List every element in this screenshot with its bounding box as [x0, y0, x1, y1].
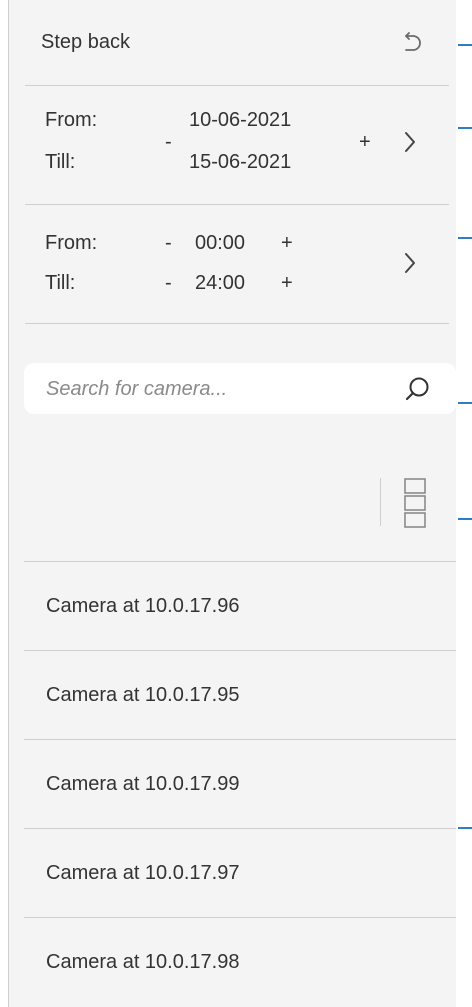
date-increment-button[interactable]: +	[359, 130, 371, 154]
undo-icon[interactable]	[401, 30, 423, 56]
time-till-label: Till:	[45, 272, 76, 294]
camera-list-item[interactable]: Camera at 10.0.17.96	[24, 562, 456, 651]
camera-label: Camera at 10.0.17.99	[46, 773, 240, 795]
date-from-value[interactable]: 10-06-2021	[189, 108, 291, 132]
date-decrement-button[interactable]: -	[165, 130, 172, 154]
date-till-value[interactable]: 15-06-2021	[189, 150, 291, 174]
time-from-decrement-button[interactable]: -	[165, 231, 172, 255]
toolbar-divider	[380, 478, 381, 526]
time-till-decrement-button[interactable]: -	[165, 271, 172, 295]
time-from-value[interactable]: 00:00	[195, 231, 245, 255]
camera-list-item[interactable]: Camera at 10.0.17.97	[24, 829, 456, 918]
time-from-increment-button[interactable]: +	[281, 231, 293, 255]
time-from-label: From:	[45, 232, 98, 254]
chevron-right-icon[interactable]	[403, 251, 417, 275]
camera-list-item[interactable]: Camera at 10.0.17.95	[24, 651, 456, 740]
date-from-label: From:	[45, 109, 98, 131]
camera-label: Camera at 10.0.17.97	[46, 862, 240, 884]
list-view-icon[interactable]	[404, 478, 426, 528]
date-range-row: From: Till: - 10-06-2021 15-06-2021 +	[25, 86, 449, 205]
camera-label: Camera at 10.0.17.96	[46, 595, 240, 617]
camera-search-box	[24, 363, 456, 414]
camera-list-item[interactable]: Camera at 10.0.17.99	[24, 740, 456, 829]
time-till-increment-button[interactable]: +	[281, 271, 293, 295]
camera-search-input[interactable]	[46, 375, 376, 403]
callout-mark	[458, 237, 472, 239]
callout-mark	[458, 402, 472, 404]
camera-list-item[interactable]: Camera at 10.0.17.98	[24, 918, 456, 1007]
chevron-right-icon[interactable]	[403, 130, 417, 154]
list-toolbar	[24, 474, 456, 562]
search-icon[interactable]	[404, 375, 432, 403]
callout-mark	[458, 44, 472, 46]
time-range-row: From: Till: - - 00:00 24:00 + +	[25, 205, 449, 324]
step-back-label: Step back	[41, 31, 130, 53]
camera-label: Camera at 10.0.17.98	[46, 951, 240, 973]
date-till-label: Till:	[45, 151, 76, 173]
callout-mark	[458, 518, 472, 520]
callout-mark	[458, 827, 472, 829]
callout-mark	[458, 127, 472, 129]
time-till-value[interactable]: 24:00	[195, 271, 245, 295]
step-back-row[interactable]: Step back	[25, 0, 449, 86]
camera-label: Camera at 10.0.17.95	[46, 684, 240, 706]
